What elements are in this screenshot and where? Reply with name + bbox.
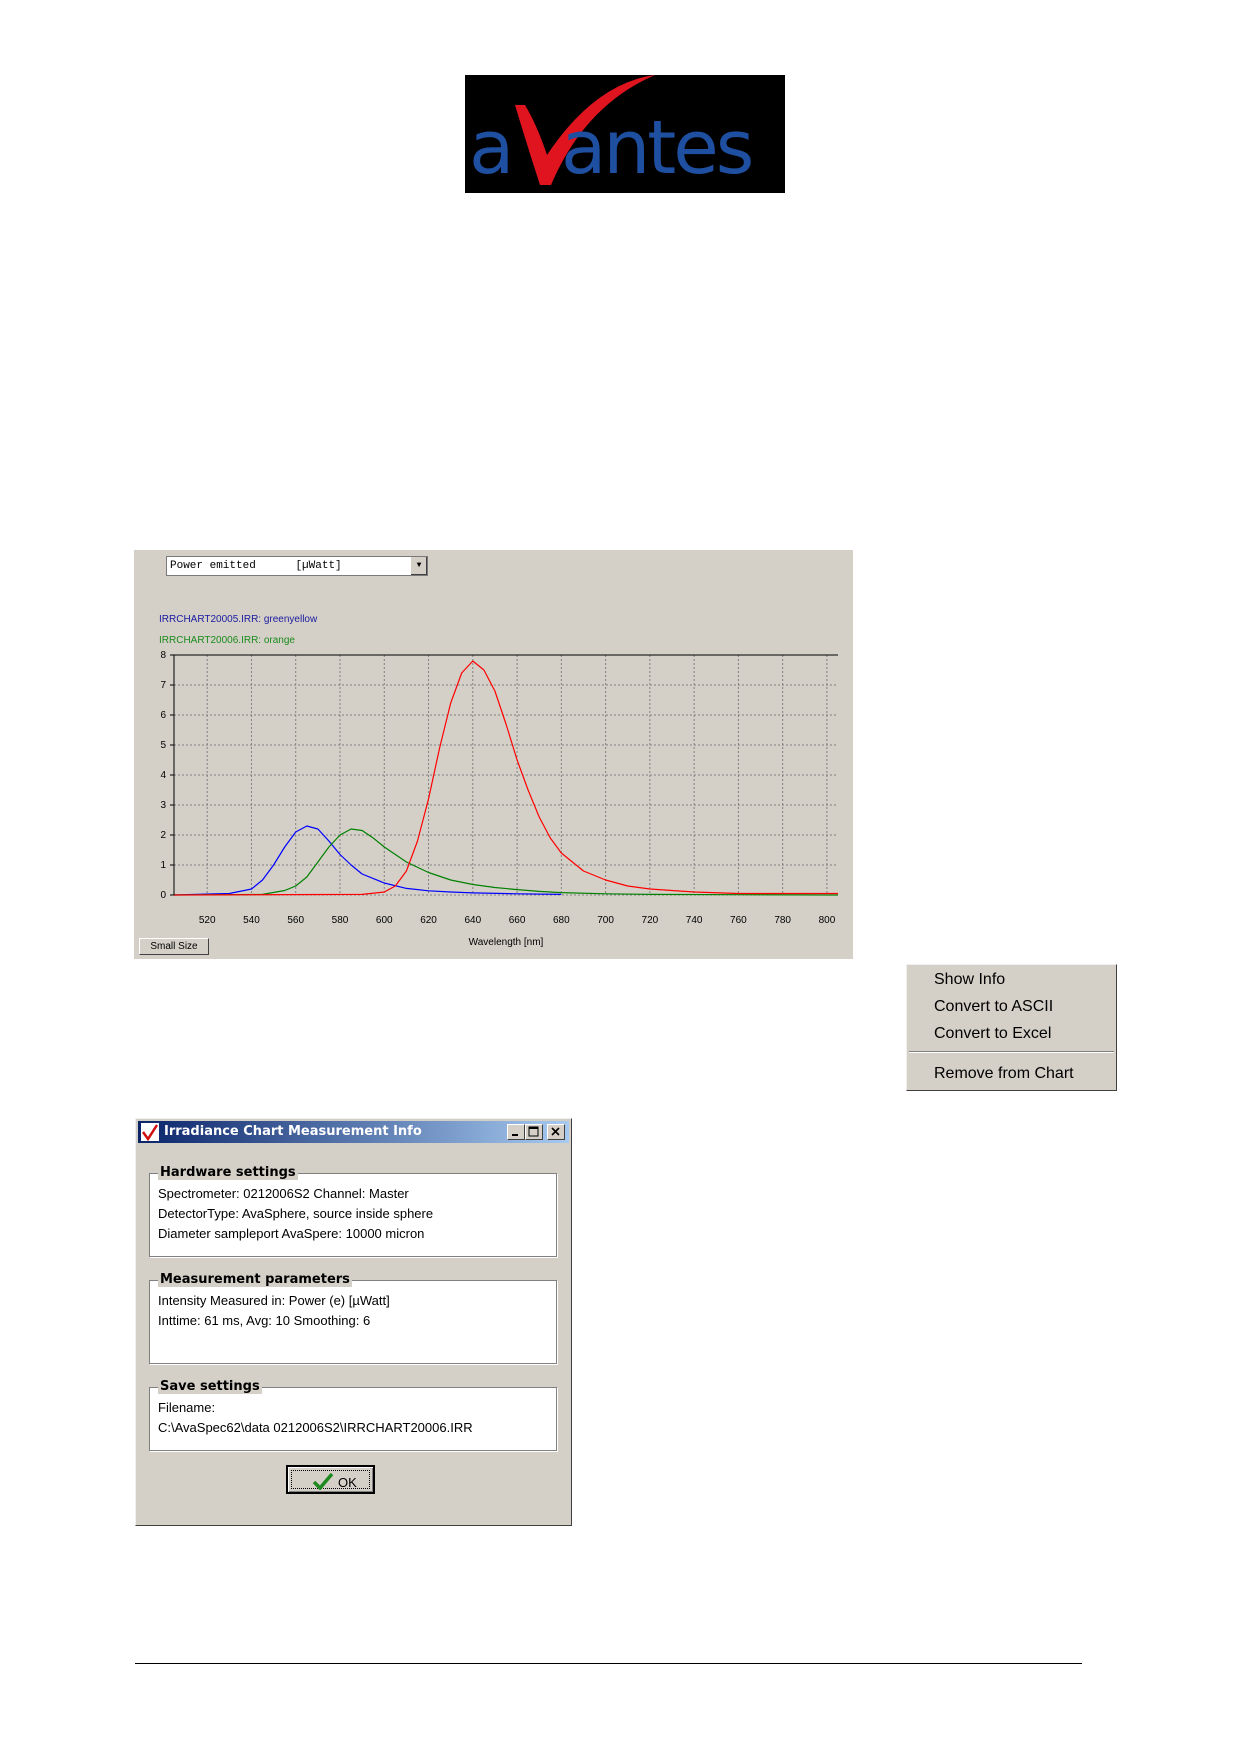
ok-focus-rect: OK (291, 1470, 370, 1490)
x-tick-label: 740 (686, 915, 703, 926)
x-axis-label: Wavelength [nm] (469, 937, 544, 948)
y-tick-label: 7 (160, 680, 166, 691)
x-tick-label: 640 (464, 915, 481, 926)
y-tick-label: 1 (160, 860, 166, 871)
x-tick-label: 780 (774, 915, 791, 926)
x-tick-label: 800 (819, 915, 836, 926)
x-tick-label: 760 (730, 915, 747, 926)
ok-button[interactable]: OK (286, 1465, 375, 1494)
y-tick-label: 4 (160, 770, 166, 781)
svg-text:a: a (469, 105, 512, 191)
spectrometer-line: Spectrometer: 0212006S2 Channel: Master (158, 1186, 409, 1201)
intensity-line: Intensity Measured in: Power (e) [µWatt] (158, 1293, 390, 1308)
x-tick-label: 520 (199, 915, 216, 926)
checkmark-icon (312, 1472, 334, 1490)
menu-item-convert-ascii[interactable]: Convert to ASCII (934, 995, 1053, 1019)
y-tick-label: 2 (160, 830, 166, 841)
svg-text:antes: antes (561, 105, 751, 191)
detector-type-line: DetectorType: AvaSphere, source inside s… (158, 1206, 434, 1221)
small-size-button[interactable]: Small Size (139, 938, 209, 955)
y-tick-label: 8 (160, 650, 166, 661)
x-tick-label: 700 (597, 915, 614, 926)
avantes-logo: a antes (465, 75, 785, 193)
measurement-info-dialog: Irradiance Chart Measurement Info Hardwa… (135, 1118, 572, 1526)
x-tick-label: 600 (376, 915, 393, 926)
y-tick-label: 3 (160, 800, 166, 811)
sampleport-diameter-line: Diameter sampleport AvaSpere: 10000 micr… (158, 1226, 425, 1241)
x-tick-labels: 520 540 560 580 600 620 640 660 680 700 720 740 760 7… (199, 915, 836, 926)
menu-separator (909, 1051, 1114, 1053)
footer-rule (135, 1663, 1082, 1664)
y-tick-label: 0 (160, 890, 166, 901)
menu-item-show-info[interactable]: Show Info (934, 968, 1005, 992)
dialog-titlebar[interactable]: Irradiance Chart Measurement Info (138, 1121, 569, 1143)
x-tick-label: 620 (420, 915, 437, 926)
y-tick-labels: 0 1 2 3 4 5 6 7 8 (160, 650, 166, 901)
close-icon[interactable] (547, 1124, 565, 1140)
y-tick-label: 5 (160, 740, 166, 751)
hardware-settings-title: Hardware settings (158, 1165, 298, 1180)
menu-item-convert-excel[interactable]: Convert to Excel (934, 1022, 1051, 1046)
y-tick-label: 6 (160, 710, 166, 721)
irradiance-chart-panel: Power emitted [µWatt] ▼ IRRCHART20005.IRR… (134, 550, 853, 959)
x-tick-label: 660 (509, 915, 526, 926)
ok-label: OK (338, 1475, 357, 1490)
filename-label: Filename: (158, 1400, 216, 1415)
dialog-title: Irradiance Chart Measurement Info (164, 1124, 422, 1139)
measurement-parameters-group: Measurement parameters Intensity Measure… (149, 1272, 557, 1364)
x-tick-label: 560 (287, 915, 304, 926)
inttime-line: Inttime: 61 ms, Avg: 10 Smoothing: 6 (158, 1313, 371, 1328)
avantes-logo-graphic: a antes (469, 75, 754, 191)
maximize-icon[interactable] (525, 1124, 543, 1140)
x-tick-label: 580 (332, 915, 349, 926)
x-tick-label: 720 (642, 915, 659, 926)
save-settings-group: Save settings Filename: C:\AvaSpec62\dat… (149, 1379, 557, 1451)
chart-context-menu: Show Info Convert to ASCII Convert to Ex… (906, 964, 1117, 1091)
menu-item-remove-from-chart[interactable]: Remove from Chart (934, 1062, 1074, 1086)
filename-path: C:\AvaSpec62\data 0212006S2\IRRCHART2000… (158, 1420, 473, 1435)
hardware-settings-group: Hardware settings Spectrometer: 0212006S… (149, 1165, 557, 1257)
minimize-icon[interactable] (507, 1124, 525, 1140)
x-tick-label: 540 (243, 915, 260, 926)
save-settings-title: Save settings (158, 1379, 262, 1394)
measurement-parameters-title: Measurement parameters (158, 1272, 352, 1287)
chart-plot: 520 540 560 580 600 620 640 660 680 700 720 740 760 7… (160, 650, 839, 948)
app-checkmark-icon (141, 1123, 159, 1142)
x-tick-label: 680 (553, 915, 570, 926)
